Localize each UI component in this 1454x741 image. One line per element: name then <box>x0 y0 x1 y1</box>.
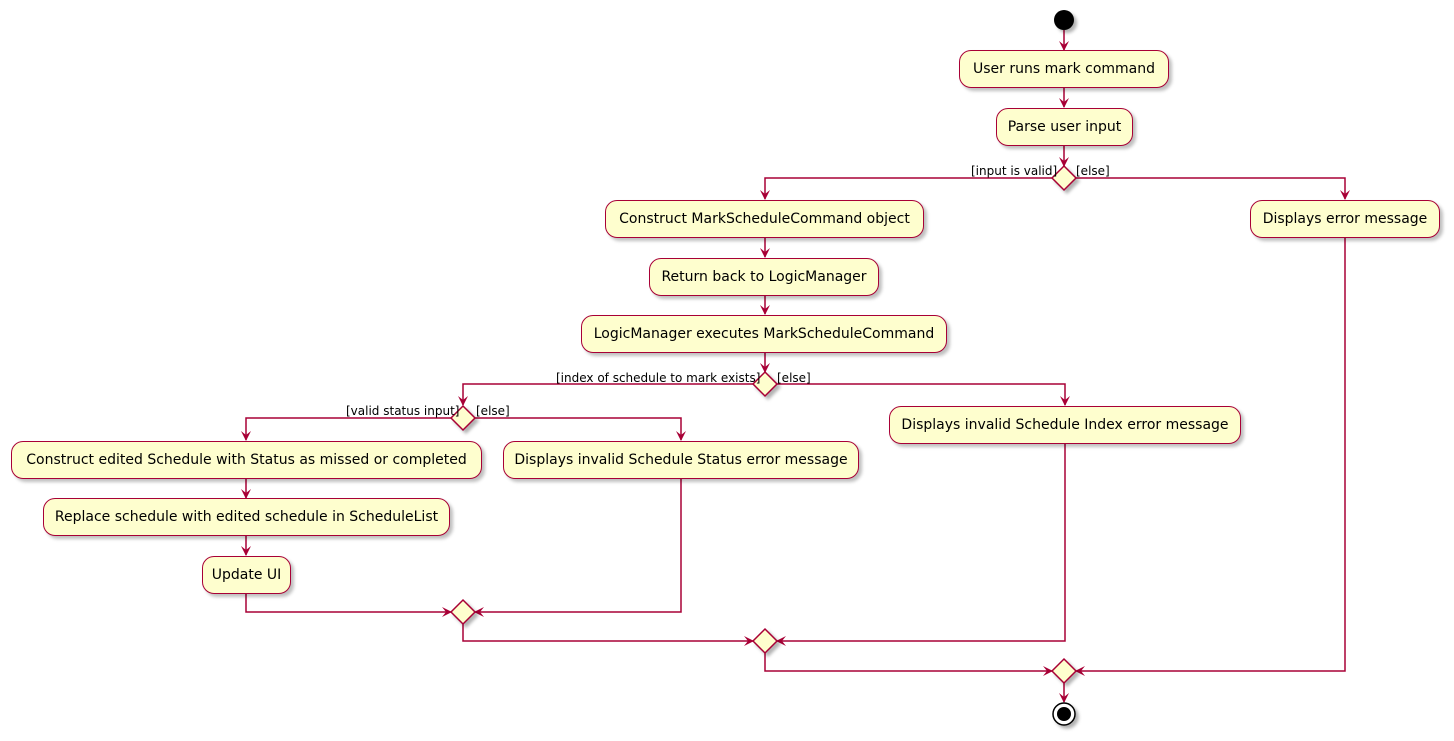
activity-display-error: Displays error message <box>1250 200 1440 238</box>
activity-invalid-status: Displays invalid Schedule Status error m… <box>503 441 859 479</box>
activity-invalid-index: Displays invalid Schedule Index error me… <box>889 406 1241 444</box>
activity-execute-command: LogicManager executes MarkScheduleComman… <box>581 315 947 353</box>
activity-construct-edited-schedule: Construct edited Schedule with Status as… <box>11 441 482 479</box>
merge-status <box>449 598 477 626</box>
activity-update-ui: Update UI <box>202 556 291 594</box>
guard-input-valid: [input is valid] <box>971 164 1058 178</box>
start-node <box>1054 10 1074 30</box>
activity-replace-schedule: Replace schedule with edited schedule in… <box>43 498 450 536</box>
guard-else-status: [else] <box>476 404 510 418</box>
guard-valid-status: [valid status input] <box>346 404 460 418</box>
activity-construct-command: Construct MarkScheduleCommand object <box>605 200 924 238</box>
merge-final <box>1050 657 1078 685</box>
guard-index-exists: [index of schedule to mark exists] <box>556 371 761 385</box>
activity-parse-user-input: Parse user input <box>996 108 1133 146</box>
activity-return-logic-manager: Return back to LogicManager <box>649 258 879 296</box>
end-node <box>1052 702 1076 726</box>
guard-else-input: [else] <box>1076 164 1110 178</box>
activity-user-runs-mark-command: User runs mark command <box>959 50 1169 88</box>
merge-index <box>751 627 779 655</box>
guard-else-index: [else] <box>777 371 811 385</box>
